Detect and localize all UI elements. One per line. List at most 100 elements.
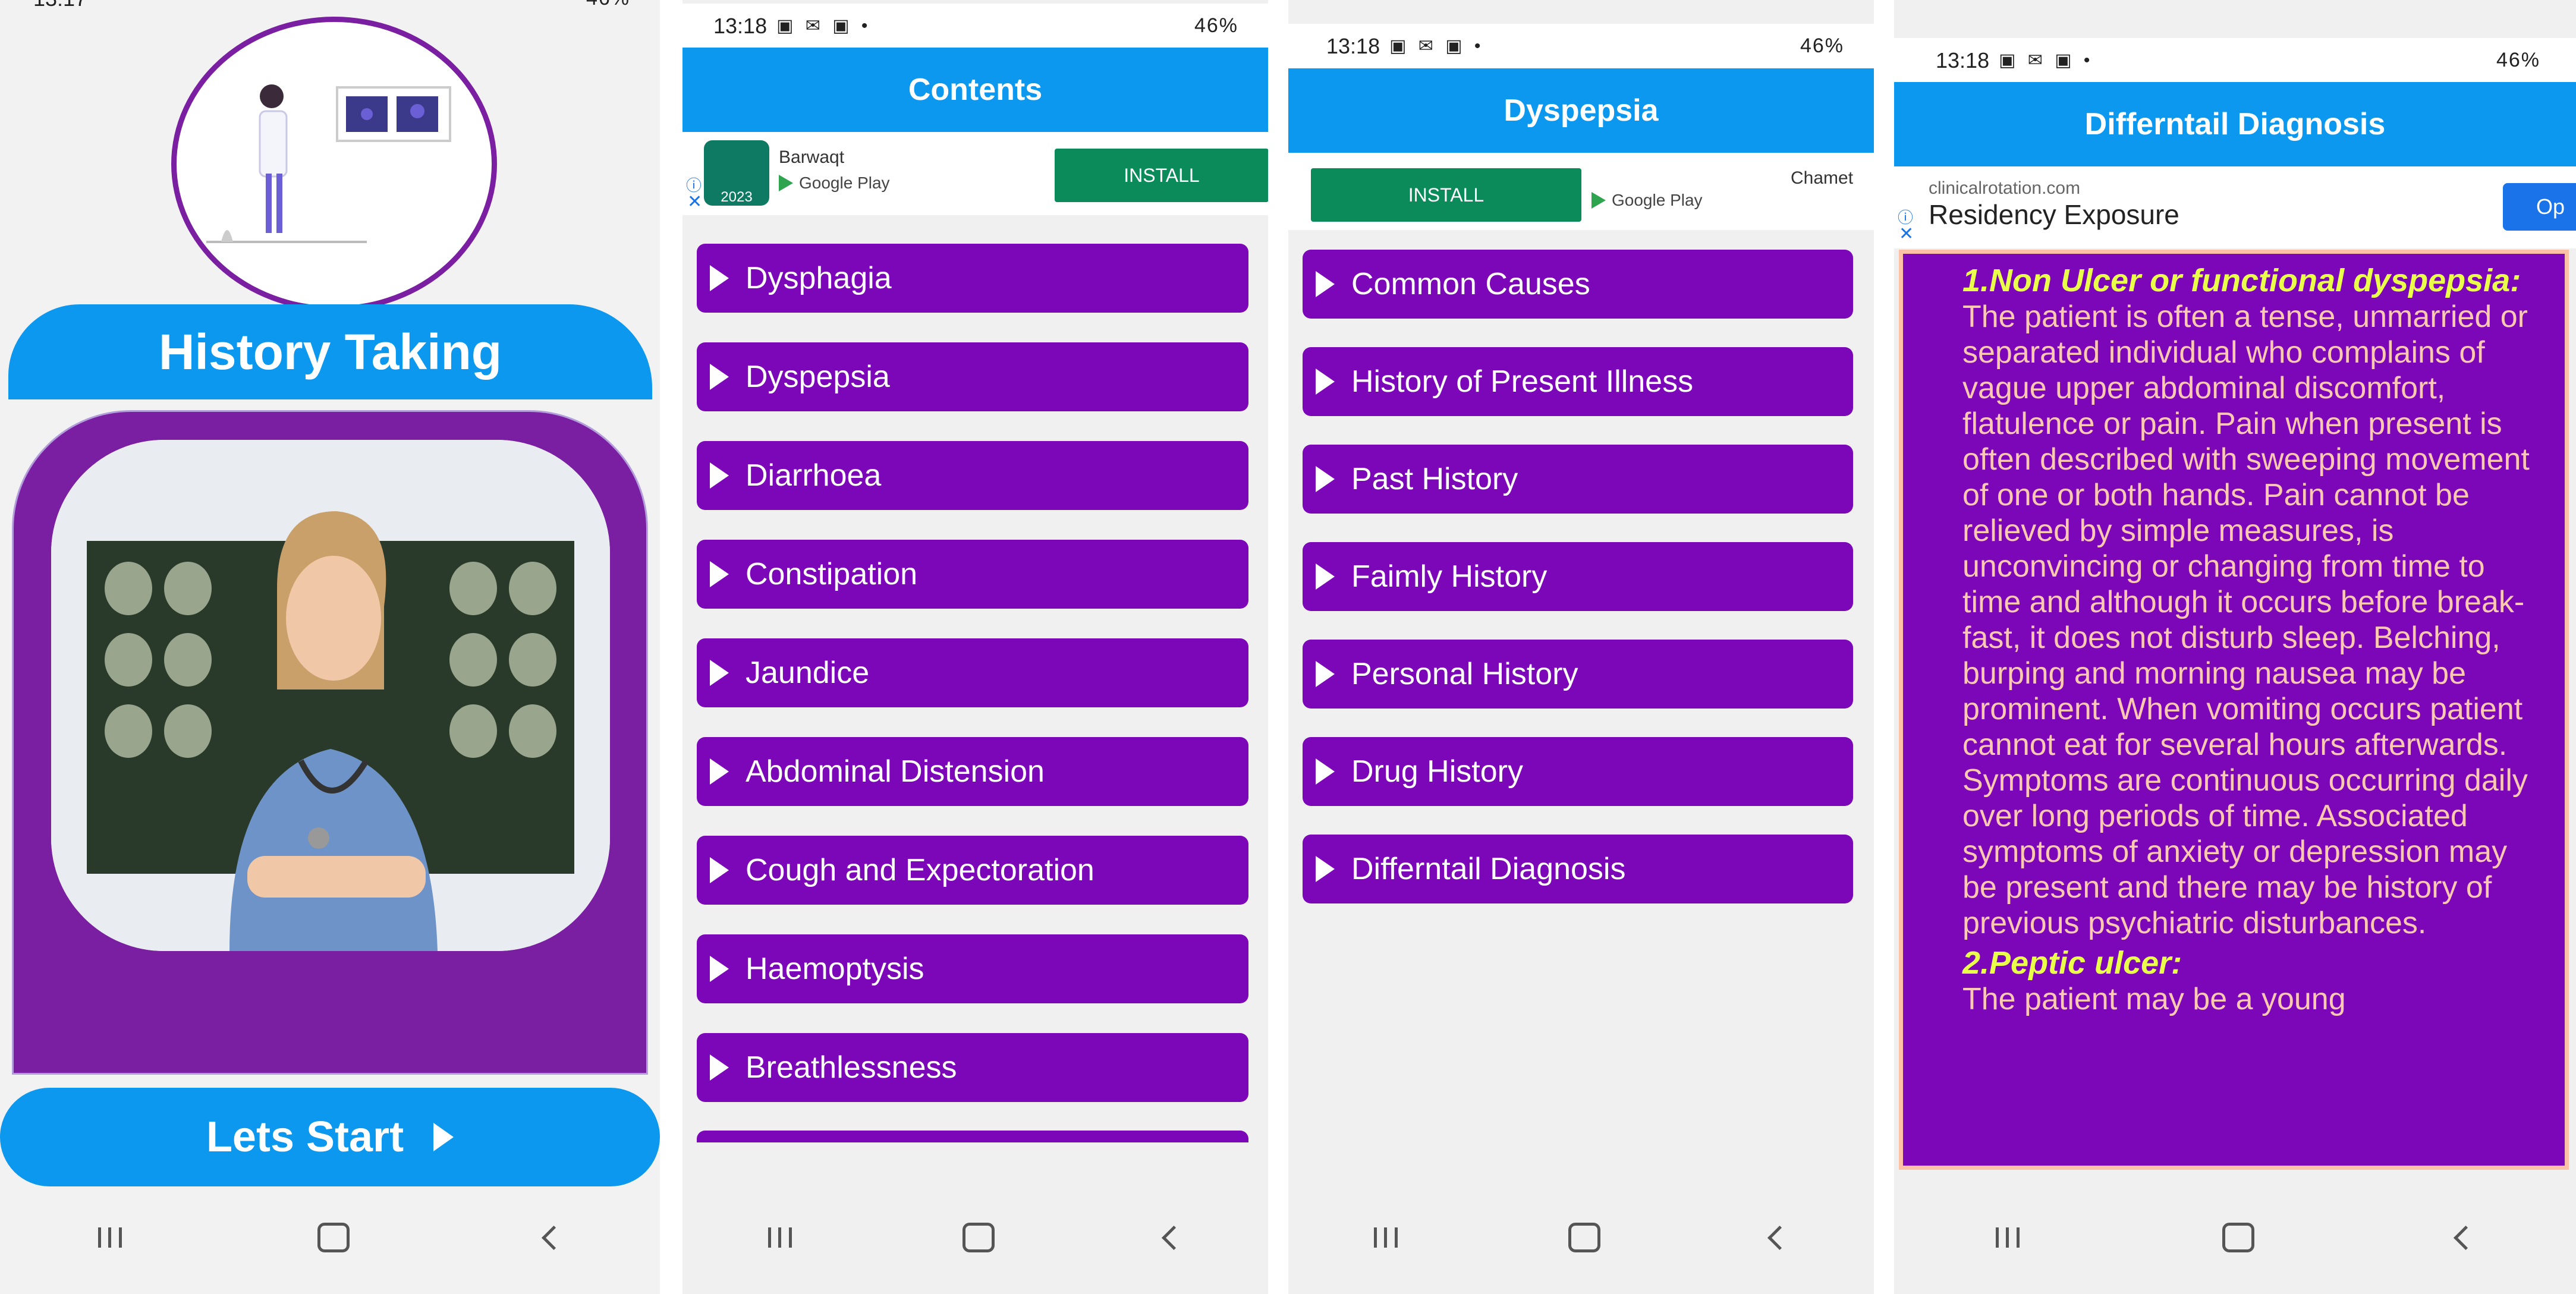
menu-item[interactable]: Drug History <box>1303 737 1853 806</box>
google-play-label: Google Play <box>799 174 890 192</box>
ad-close-icon[interactable]: ✕ <box>1899 223 1914 244</box>
back-icon[interactable] <box>2454 1225 2479 1250</box>
system-nav-bar <box>682 1181 1268 1294</box>
app-bar: Differntail Diagnosis <box>1894 82 2576 166</box>
play-arrow-icon <box>1316 856 1335 882</box>
status-bar: 13:18 ▣ ✉ ▣ • 46% <box>682 4 1268 48</box>
ad-domain: clinicalrotation.com <box>1929 178 2081 198</box>
recent-apps-icon[interactable] <box>768 1227 792 1248</box>
lets-start-label: Lets Start <box>206 1113 404 1161</box>
notification-icons: ▣ ✉ ▣ • <box>1389 36 1484 56</box>
doctor-photo <box>51 440 610 951</box>
ad-install-button[interactable]: INSTALL <box>1311 168 1581 222</box>
status-battery: 46% <box>1194 14 1238 37</box>
diagnosis-paragraph-2: The patient may be a young <box>1962 982 2346 1016</box>
lets-start-button[interactable]: Lets Start <box>0 1088 660 1186</box>
ad-open-button[interactable]: Op <box>2503 183 2576 231</box>
ad-banner[interactable]: clinicalrotation.com Residency Exposure … <box>1894 166 2576 248</box>
play-arrow-icon <box>710 857 729 883</box>
menu-item-label: Breathlessness <box>746 1050 957 1085</box>
menu-item[interactable]: Dysphagia <box>697 244 1248 313</box>
recent-apps-icon[interactable] <box>1373 1227 1398 1248</box>
menu-item[interactable]: Diarrhoea <box>697 441 1248 510</box>
diagnosis-heading-1: 1.Non Ulcer or functional dyspepsia: <box>1962 263 2521 298</box>
menu-item-label: Jaundice <box>746 656 870 690</box>
menu-item[interactable]: Personal History <box>1303 640 1853 709</box>
menu-item[interactable]: Abdominal Distension <box>697 737 1248 806</box>
doctor-photo-image <box>51 440 610 951</box>
google-play-icon <box>779 175 793 191</box>
menu-item-label: Dyspepsia <box>746 360 890 394</box>
menu-item-label: Personal History <box>1351 657 1578 691</box>
ad-install-button[interactable]: INSTALL <box>1055 149 1268 202</box>
ad-badge-year: 2023 <box>721 189 753 205</box>
menu-item-label: Faimly History <box>1351 559 1548 594</box>
recent-apps-icon[interactable] <box>97 1227 122 1248</box>
ad-banner[interactable]: ⓘ ✕ 2023 Barwaqt Google Play INSTALL <box>682 132 1268 215</box>
back-icon[interactable] <box>1767 1225 1792 1250</box>
status-time: 13:18 <box>1936 48 1990 73</box>
back-icon[interactable] <box>1162 1225 1187 1250</box>
menu-item[interactable]: Breathlessness <box>697 1033 1248 1102</box>
menu-item[interactable]: Haemoptysis <box>697 934 1248 1003</box>
play-arrow-icon <box>433 1123 454 1151</box>
menu-item[interactable]: Faimly History <box>1303 542 1853 611</box>
menu-item-label: Cough and Expectoration <box>746 853 1094 887</box>
ad-banner[interactable]: INSTALL Google Play Chamet <box>1288 153 1874 230</box>
system-nav-bar <box>1288 1181 1874 1294</box>
doctor-illustration-icon <box>206 84 451 243</box>
ad-open-label: Op <box>2536 194 2565 219</box>
install-label: INSTALL <box>1124 164 1200 186</box>
google-play-label: Google Play <box>1612 191 1703 209</box>
play-arrow-icon <box>710 758 729 785</box>
menu-item[interactable]: Differntail Diagnosis <box>1303 835 1853 903</box>
status-time: 13:17 <box>33 0 87 11</box>
recent-apps-icon[interactable] <box>1995 1227 2020 1248</box>
list-item-partial <box>697 1131 1248 1142</box>
play-arrow-icon <box>710 265 729 291</box>
menu-item-label: Diarrhoea <box>746 458 882 493</box>
menu-item[interactable]: Cough and Expectoration <box>697 836 1248 905</box>
menu-item-label: Common Causes <box>1351 267 1590 301</box>
doctor-illustration <box>171 17 497 311</box>
system-nav-bar <box>1894 1181 2576 1294</box>
google-play-badge: Google Play <box>1591 191 1703 210</box>
menu-item-label: Constipation <box>746 557 918 591</box>
home-icon[interactable] <box>2222 1223 2254 1252</box>
menu-item-label: Abdominal Distension <box>746 754 1045 789</box>
ad-headline: Residency Exposure <box>1929 199 2179 230</box>
notification-icons: ▣ ✉ ▣ • <box>776 16 872 36</box>
google-play-icon <box>1591 192 1606 209</box>
ad-close-icon[interactable]: ✕ <box>687 191 702 212</box>
play-arrow-icon <box>710 1054 729 1081</box>
google-play-badge: Google Play <box>779 174 890 193</box>
play-arrow-icon <box>1316 661 1335 687</box>
menu-item-label: Drug History <box>1351 754 1523 789</box>
home-icon[interactable] <box>962 1223 995 1252</box>
page-title: Dyspepsia <box>1504 93 1659 128</box>
status-bar: 13:18 ▣ ✉ ▣ • 46% <box>1894 38 2576 83</box>
menu-item[interactable]: History of Present Illness <box>1303 347 1853 416</box>
app-bar: Contents <box>682 48 1268 132</box>
play-arrow-icon <box>710 364 729 390</box>
play-arrow-icon <box>1316 466 1335 492</box>
menu-item[interactable]: Constipation <box>697 540 1248 609</box>
dyspepsia-screen: 13:18 ▣ ✉ ▣ • 46% Dyspepsia INSTALL Goog… <box>1288 0 1874 1294</box>
contents-screen: 13:18 ▣ ✉ ▣ • 46% Contents ⓘ ✕ 2023 Barw… <box>682 0 1268 1294</box>
status-battery: 46% <box>2496 49 2540 71</box>
home-icon[interactable] <box>1568 1223 1600 1252</box>
menu-item[interactable]: Past History <box>1303 445 1853 514</box>
play-arrow-icon <box>710 956 729 982</box>
play-arrow-icon <box>710 561 729 587</box>
play-arrow-icon <box>1316 369 1335 395</box>
menu-item-label: Past History <box>1351 462 1518 496</box>
system-nav-bar <box>0 1181 660 1294</box>
diagnosis-heading-2: 2.Peptic ulcer: <box>1962 945 2182 981</box>
back-icon[interactable] <box>541 1225 566 1250</box>
menu-item[interactable]: Dyspepsia <box>697 342 1248 411</box>
play-arrow-icon <box>1316 758 1335 785</box>
app-title-banner: History Taking <box>8 304 652 399</box>
home-icon[interactable] <box>317 1223 350 1252</box>
menu-item[interactable]: Common Causes <box>1303 250 1853 319</box>
menu-item[interactable]: Jaundice <box>697 638 1248 707</box>
